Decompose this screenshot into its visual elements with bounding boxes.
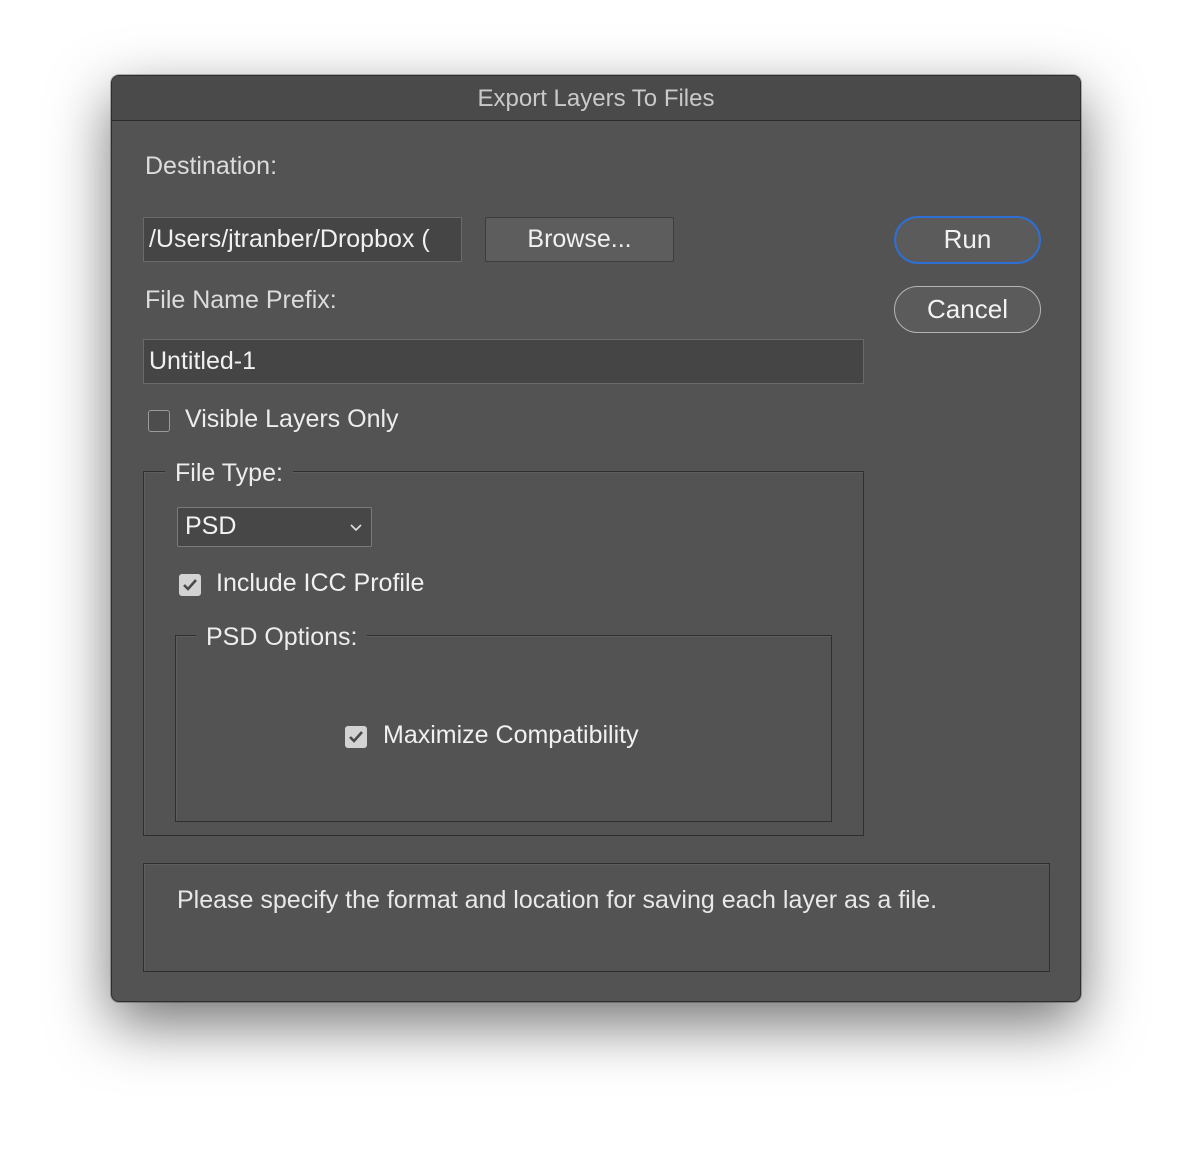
psd-options-legend: PSD Options:	[196, 623, 368, 652]
cancel-button[interactable]: Cancel	[894, 286, 1041, 333]
checkmark-icon	[346, 727, 366, 747]
file-type-select[interactable]: PSD	[177, 507, 372, 547]
visible-layers-only-checkbox[interactable]	[148, 410, 170, 432]
help-message-text: Please specify the format and location f…	[177, 886, 938, 914]
maximize-compatibility-checkbox[interactable]	[345, 726, 367, 748]
file-type-selected-value: PSD	[185, 512, 237, 540]
checkmark-icon	[180, 575, 200, 595]
chevron-down-icon	[349, 509, 363, 555]
include-icc-profile-label: Include ICC Profile	[216, 569, 425, 597]
file-type-legend: File Type:	[165, 459, 293, 488]
export-layers-dialog: Export Layers To Files Destination: /Use…	[111, 75, 1081, 1002]
dialog-title: Export Layers To Files	[112, 76, 1080, 121]
file-name-prefix-field[interactable]: Untitled-1	[143, 339, 864, 384]
visible-layers-only-label: Visible Layers Only	[185, 405, 399, 433]
browse-button[interactable]: Browse...	[485, 217, 674, 262]
help-message-box: Please specify the format and location f…	[143, 863, 1050, 972]
run-button[interactable]: Run	[894, 216, 1041, 264]
destination-path-field[interactable]: /Users/jtranber/Dropbox (	[143, 217, 462, 262]
maximize-compatibility-label: Maximize Compatibility	[383, 721, 639, 749]
destination-label: Destination:	[145, 152, 278, 180]
file-name-prefix-label: File Name Prefix:	[145, 286, 337, 314]
include-icc-profile-checkbox[interactable]	[179, 574, 201, 596]
